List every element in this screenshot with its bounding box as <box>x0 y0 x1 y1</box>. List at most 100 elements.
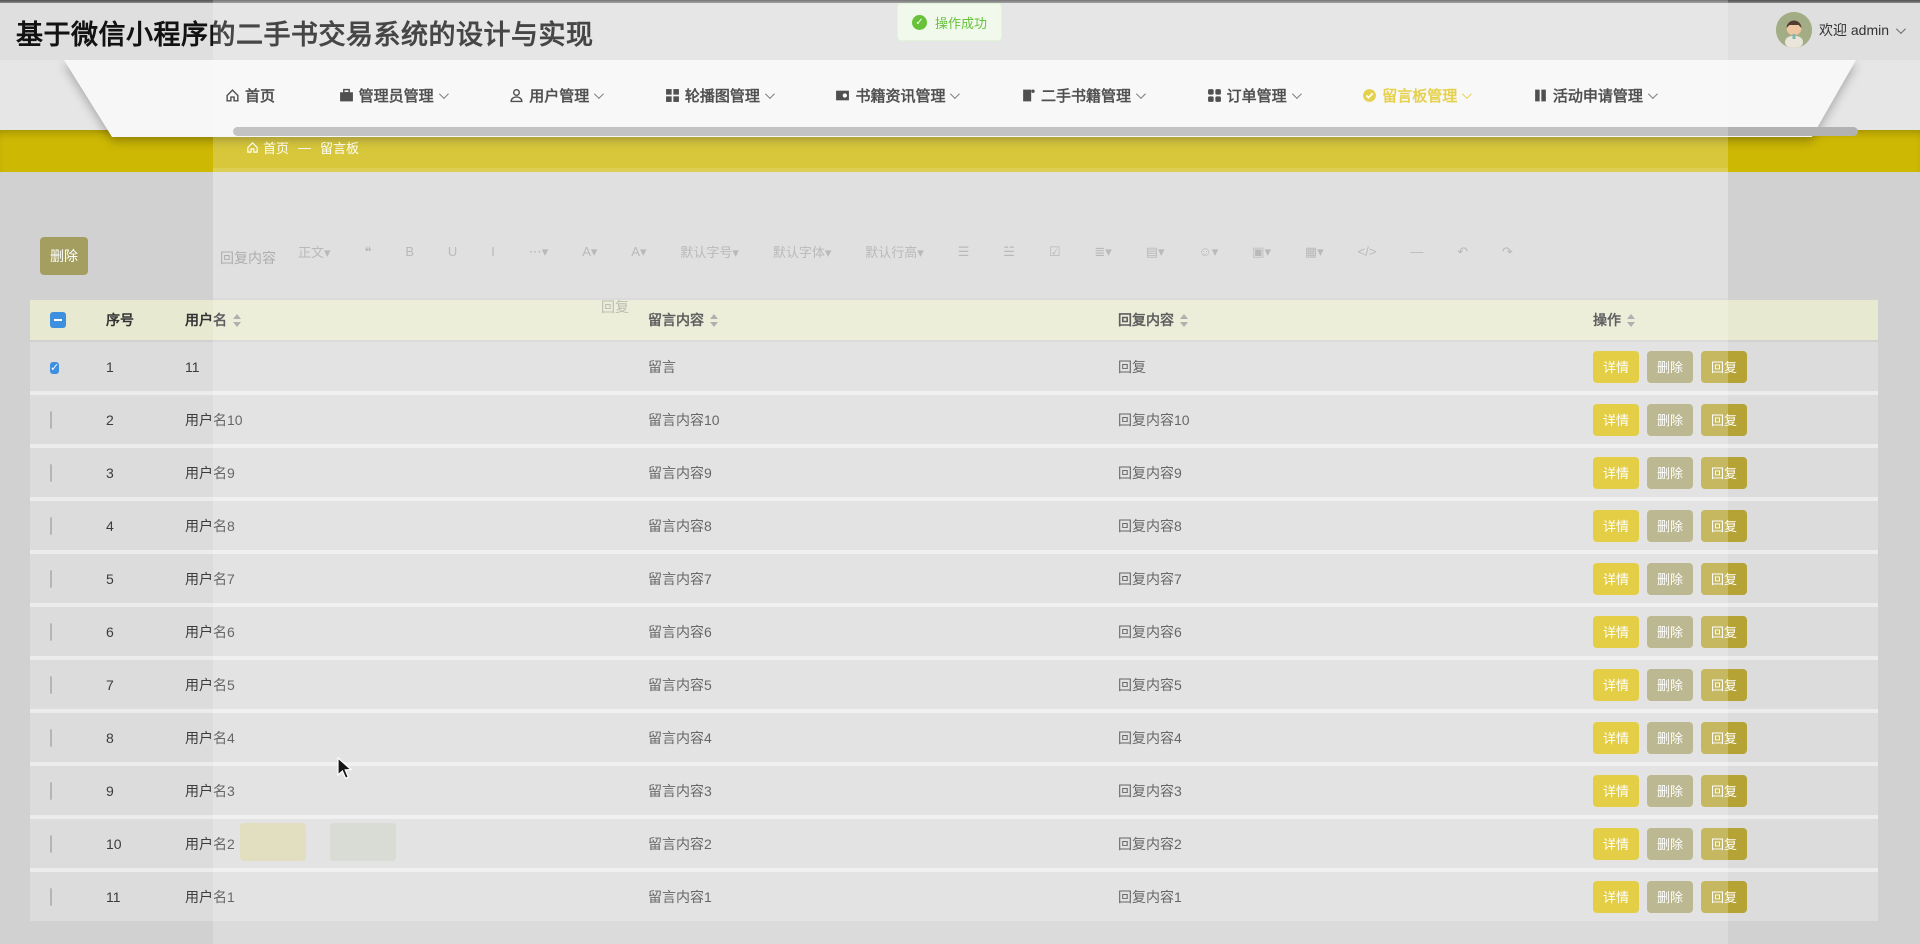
user-menu[interactable]: 欢迎 admin <box>1776 11 1906 49</box>
row-checkbox[interactable] <box>50 622 52 641</box>
home-icon <box>247 142 258 153</box>
faded-editor-button: B <box>405 244 415 259</box>
sort-carets-icon[interactable] <box>1180 313 1188 327</box>
chevron-down-icon <box>1291 88 1302 99</box>
delete-button[interactable]: 删除 <box>1647 456 1694 489</box>
nav-item-轮播图管理[interactable]: 轮播图管理 <box>665 85 775 106</box>
cell-message: 留言内容6 <box>648 623 712 640</box>
delete-button[interactable]: 删除 <box>1647 562 1694 595</box>
sort-carets-icon[interactable] <box>1627 313 1635 327</box>
page-title: 基于微信小程序的二手书交易系统的设计与实现 <box>16 20 594 50</box>
reply-button[interactable]: 回复 <box>1701 774 1748 807</box>
faded-reply-field-label: 回复内容 <box>220 250 276 266</box>
detail-button[interactable]: 详情 <box>1593 721 1640 754</box>
table-header-row: 序号 用户名 留言内容 回复内容 操作 <box>30 300 1878 340</box>
faded-editor-button: ❝ <box>364 243 372 259</box>
header-reply[interactable]: 回复内容 <box>1110 310 1570 330</box>
success-check-icon: ✓ <box>912 14 927 30</box>
header-message-label: 留言内容 <box>648 312 704 328</box>
reply-button[interactable]: 回复 <box>1701 509 1748 542</box>
faded-submit-button <box>240 823 306 861</box>
detail-button[interactable]: 详情 <box>1593 827 1640 860</box>
row-checkbox[interactable] <box>50 410 52 429</box>
cell-index: 1 <box>106 358 114 375</box>
nav-item-用户管理[interactable]: 用户管理 <box>509 85 605 106</box>
row-actions: 详情 删除 回复 <box>1570 721 1878 754</box>
table-row: 7 用户名5 留言内容5 回复内容5 详情 删除 回复 <box>30 660 1878 709</box>
bulk-delete-button[interactable]: 删除 <box>40 237 88 275</box>
nav-item-label: 管理员管理 <box>358 87 434 105</box>
nav-item-label: 留言板管理 <box>1382 87 1458 105</box>
row-checkbox[interactable] <box>50 675 52 694</box>
row-checkbox[interactable] <box>50 781 52 800</box>
reply-button[interactable]: 回复 <box>1701 403 1748 436</box>
delete-button[interactable]: 删除 <box>1647 615 1694 648</box>
delete-button[interactable]: 删除 <box>1647 827 1694 860</box>
detail-button[interactable]: 详情 <box>1593 562 1640 595</box>
delete-button[interactable]: 删除 <box>1647 774 1694 807</box>
delete-button[interactable]: 删除 <box>1647 403 1694 436</box>
faded-editor-button: ▦▾ <box>1304 243 1324 259</box>
detail-button[interactable]: 详情 <box>1593 880 1640 913</box>
row-checkbox[interactable] <box>50 569 52 588</box>
cell-message: 留言内容9 <box>648 464 712 481</box>
detail-button[interactable]: 详情 <box>1593 350 1640 383</box>
reply-button[interactable]: 回复 <box>1701 668 1748 701</box>
row-checkbox[interactable] <box>50 463 52 482</box>
reply-button[interactable]: 回复 <box>1701 880 1748 913</box>
sort-carets-icon[interactable] <box>710 313 718 327</box>
nav-item-二手书籍管理[interactable]: 二手书籍管理 <box>1021 85 1146 106</box>
faded-editor-button: ↶ <box>1457 243 1469 259</box>
chevron-down-icon <box>764 88 775 99</box>
delete-button[interactable]: 删除 <box>1647 509 1694 542</box>
delete-button[interactable]: 删除 <box>1647 668 1694 701</box>
breadcrumb-home-link[interactable]: 首页 <box>246 138 289 157</box>
detail-button[interactable]: 详情 <box>1593 615 1640 648</box>
detail-button[interactable]: 详情 <box>1593 456 1640 489</box>
header-message[interactable]: 留言内容 <box>640 310 1110 330</box>
nav-item-书籍资讯管理[interactable]: 书籍资讯管理 <box>835 85 961 106</box>
detail-button[interactable]: 详情 <box>1593 668 1640 701</box>
delete-button[interactable]: 删除 <box>1647 350 1694 383</box>
header-actions-label: 操作 <box>1593 312 1621 328</box>
reply-button[interactable]: 回复 <box>1701 456 1748 489</box>
reply-button[interactable]: 回复 <box>1701 350 1748 383</box>
nav-scrollbar[interactable] <box>233 127 1858 136</box>
cell-index: 3 <box>106 464 114 481</box>
nav-item-管理员管理[interactable]: 管理员管理 <box>339 85 449 106</box>
reply-button[interactable]: 回复 <box>1701 827 1748 860</box>
select-all-checkbox[interactable] <box>50 312 66 328</box>
detail-button[interactable]: 详情 <box>1593 509 1640 542</box>
cell-username: 用户名9 <box>185 464 235 481</box>
row-checkbox[interactable] <box>50 516 52 535</box>
row-checkbox[interactable] <box>50 834 52 853</box>
detail-button[interactable]: 详情 <box>1593 403 1640 436</box>
delete-button[interactable]: 删除 <box>1647 880 1694 913</box>
reply-button[interactable]: 回复 <box>1701 615 1748 648</box>
activity-icon <box>1533 88 1548 103</box>
header-index: 序号 <box>90 310 170 330</box>
nav-item-订单管理[interactable]: 订单管理 <box>1207 85 1302 106</box>
delete-button[interactable]: 删除 <box>1647 721 1694 754</box>
row-checkbox[interactable] <box>50 887 52 906</box>
header-username[interactable]: 用户名 <box>170 310 640 330</box>
nav-item-首页[interactable]: 首页 <box>225 85 275 106</box>
header-actions[interactable]: 操作 <box>1570 310 1878 330</box>
cell-username: 用户名4 <box>185 729 235 746</box>
nav-item-label: 书籍资讯管理 <box>855 87 946 105</box>
row-checkbox[interactable] <box>50 728 52 747</box>
cell-index: 2 <box>106 411 114 428</box>
cell-message: 留言内容3 <box>648 782 712 799</box>
chevron-down-icon <box>1136 88 1146 99</box>
page: 基于微信小程序的二手书交易系统的设计与实现 ✓ 操作成功 欢迎 admin 首页… <box>0 0 1920 944</box>
header-username-label: 用户名 <box>185 312 227 328</box>
reply-button[interactable]: 回复 <box>1701 721 1748 754</box>
table-row: ✓ 1 11 留言 回复 详情 删除 回复 <box>30 342 1878 391</box>
detail-button[interactable]: 详情 <box>1593 774 1640 807</box>
nav-item-活动申请管理[interactable]: 活动申请管理 <box>1533 85 1658 106</box>
nav-item-留言板管理[interactable]: 留言板管理 <box>1362 85 1473 106</box>
sort-carets-icon[interactable] <box>233 313 241 327</box>
row-checkbox[interactable]: ✓ <box>50 361 60 374</box>
cell-username: 用户名5 <box>185 676 235 693</box>
reply-button[interactable]: 回复 <box>1701 562 1748 595</box>
